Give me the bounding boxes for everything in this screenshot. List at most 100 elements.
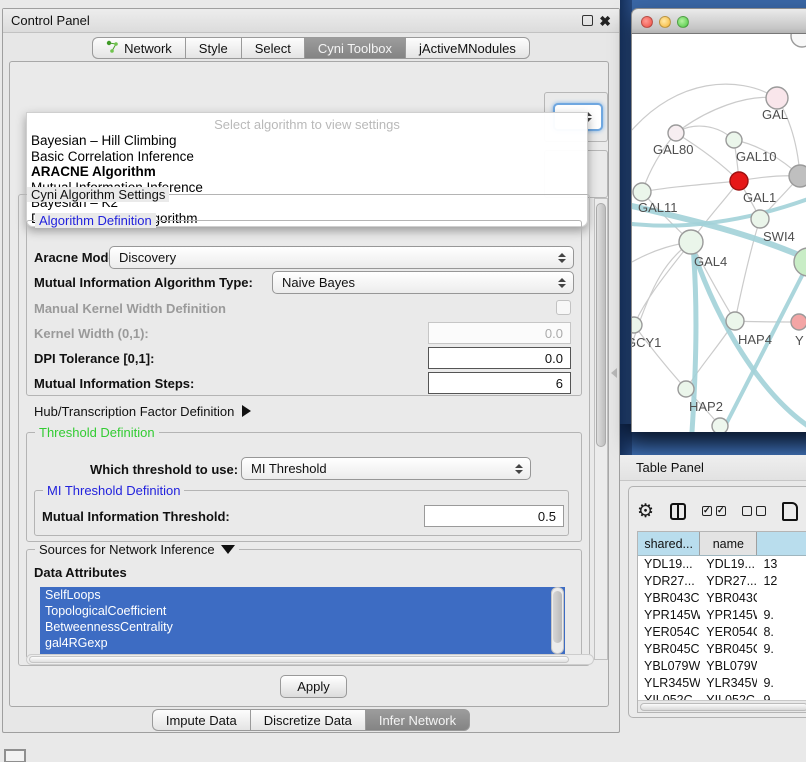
unchecked-boxes-icon[interactable]	[742, 506, 766, 516]
table-panel-title: Table Panel	[636, 460, 704, 475]
mi-type-label: Mutual Information Algorithm Type:	[34, 275, 253, 290]
network-node[interactable]	[791, 34, 806, 47]
network-window-titlebar[interactable]	[631, 8, 806, 34]
close-window-icon[interactable]	[641, 16, 653, 28]
control-panel-title: Control Panel	[11, 13, 90, 28]
network-node-hap2[interactable]	[678, 381, 694, 397]
combo-arrows-icon	[511, 464, 527, 474]
dpi-tolerance-field[interactable]: 0.0	[428, 347, 571, 369]
mi-threshold-title: MI Threshold Definition	[43, 483, 184, 498]
mi-steps-field[interactable]: 6	[428, 372, 571, 394]
table-row[interactable]: YPR145WYPR145W9.	[638, 607, 806, 624]
gear-icon[interactable]: ⚙	[637, 502, 654, 521]
network-node-gal1[interactable]	[730, 172, 748, 190]
attribute-item[interactable]: BetweennessCentrality	[40, 619, 565, 635]
settings-horizontal-scrollbar[interactable]	[26, 654, 594, 665]
table-row[interactable]: YBR045CYBR045C9.	[638, 641, 806, 658]
network-node-gal80[interactable]	[668, 125, 684, 141]
table-panel-titlebar: Table Panel	[620, 455, 806, 481]
bottom-tab-infer-network[interactable]: Infer Network	[365, 709, 470, 731]
checked-boxes-icon[interactable]	[702, 506, 726, 516]
tab-jactivemnodules[interactable]: jActiveMNodules	[405, 37, 530, 59]
document-icon[interactable]	[782, 502, 798, 521]
hub-definition-toggle[interactable]: Hub/Transcription Factor Definition	[34, 404, 251, 419]
manual-kernel-checkbox[interactable]	[556, 300, 571, 315]
table-row[interactable]: YBL079WYBL079W	[638, 658, 806, 675]
sources-title[interactable]: Sources for Network Inference	[35, 542, 239, 557]
table-horizontal-scrollbar[interactable]	[638, 700, 806, 712]
split-columns-icon[interactable]	[670, 503, 686, 520]
network-node-label: GAL11	[638, 200, 678, 215]
network-node-gal10[interactable]	[726, 132, 742, 148]
data-attributes-label: Data Attributes	[34, 565, 127, 580]
network-node-gcy1[interactable]	[632, 317, 642, 333]
which-threshold-select[interactable]: MI Threshold	[241, 457, 531, 480]
splitter-collapse-icon[interactable]	[611, 368, 617, 378]
attribute-item[interactable]: TopologicalCoefficient	[40, 603, 565, 619]
table-body: YDL19...YDL19...13YDR27...YDR27...12YBR0…	[638, 556, 806, 709]
algorithm-option[interactable]: Bayesian – Hill Climbing	[27, 133, 587, 149]
network-node-swi4[interactable]	[751, 210, 769, 228]
tab-network[interactable]: Network	[92, 37, 185, 59]
network-canvas[interactable]: GALGAL80GAL10GAL1GAL11SWI4GAL4GCY1HAP4YH…	[631, 34, 806, 432]
network-node-gal[interactable]	[766, 87, 788, 109]
network-node-label: GAL80	[653, 142, 693, 157]
mi-threshold-field[interactable]: 0.5	[424, 505, 564, 527]
network-node-label: GCY1	[632, 335, 661, 350]
table-row[interactable]: YBR043CYBR043C	[638, 590, 806, 607]
expand-arrow-icon	[242, 405, 251, 417]
column-header-extra[interactable]	[757, 532, 806, 555]
network-node-y[interactable]	[791, 314, 806, 330]
algorithm-definition-title: Algorithm Definition	[35, 213, 156, 228]
control-panel: Control Panel ✖ NetworkStyleSelectCyni T…	[2, 8, 620, 733]
manual-kernel-label: Manual Kernel Width Definition	[34, 301, 226, 316]
mi-steps-label: Mutual Information Steps:	[34, 376, 194, 391]
network-node-gal11[interactable]	[633, 183, 651, 201]
mi-algorithm-type-select[interactable]: Naive Bayes	[272, 271, 574, 294]
table-panel: ⚙ shared... name YDL19...YDL19...13YDR27…	[628, 486, 806, 718]
attributes-vertical-scrollbar[interactable]	[551, 587, 564, 654]
float-panel-icon[interactable]	[582, 15, 593, 26]
network-node-hap4[interactable]	[726, 312, 744, 330]
network-icon	[106, 40, 119, 56]
kernel-width-field[interactable]: 0.0	[428, 322, 571, 344]
attribute-item[interactable]: SelfLoops	[40, 587, 565, 603]
bottom-tab-impute-data[interactable]: Impute Data	[152, 709, 250, 731]
kernel-width-label: Kernel Width (0,1):	[34, 326, 149, 341]
tab-select[interactable]: Select	[241, 37, 304, 59]
close-panel-icon[interactable]: ✖	[599, 15, 611, 27]
minimized-panel-icon[interactable]	[4, 749, 26, 762]
settings-vertical-scrollbar[interactable]	[594, 198, 608, 660]
apply-button[interactable]: Apply	[280, 675, 347, 698]
column-header-name[interactable]: name	[700, 532, 757, 555]
attribute-item[interactable]: gal4RGexp	[40, 635, 565, 651]
zoom-window-icon[interactable]	[677, 16, 689, 28]
node-table: shared... name YDL19...YDL19...13YDR27..…	[637, 531, 806, 713]
control-panel-tabs: NetworkStyleSelectCyni ToolboxjActiveMNo…	[3, 37, 619, 59]
network-node-label: GAL	[762, 107, 788, 122]
minimize-window-icon[interactable]	[659, 16, 671, 28]
aracne-mode-select[interactable]: Discovery	[109, 246, 574, 269]
network-node[interactable]	[789, 165, 806, 187]
table-row[interactable]: YER054CYER054C8.	[638, 624, 806, 641]
network-node-label: HAP4	[738, 332, 772, 347]
table-row[interactable]: YLR345WYLR345W9.	[638, 675, 806, 692]
network-node[interactable]	[712, 418, 728, 432]
control-panel-content: galFiltered.sif default node Select algo…	[9, 61, 609, 707]
which-threshold-label: Which threshold to use:	[90, 462, 238, 477]
tab-cyni-toolbox[interactable]: Cyni Toolbox	[304, 37, 405, 59]
collapse-arrow-icon	[221, 545, 235, 554]
algorithm-option[interactable]: Basic Correlation Inference	[27, 149, 587, 165]
table-header: shared... name	[638, 532, 806, 556]
algorithm-option[interactable]: ARACNE Algorithm	[27, 164, 587, 180]
tab-style[interactable]: Style	[185, 37, 241, 59]
network-node-gal4[interactable]	[679, 230, 703, 254]
bottom-tab-discretize-data[interactable]: Discretize Data	[250, 709, 365, 731]
column-header-shared[interactable]: shared...	[638, 532, 700, 555]
control-panel-titlebar: Control Panel ✖	[3, 9, 619, 33]
network-graph: GALGAL80GAL10GAL1GAL11SWI4GAL4GCY1HAP4YH…	[632, 34, 806, 432]
aracne-mode-label: Aracne Mode:	[34, 250, 120, 265]
network-node-label: GAL10	[736, 149, 776, 164]
table-row[interactable]: YDL19...YDL19...13	[638, 556, 806, 573]
table-row[interactable]: YDR27...YDR27...12	[638, 573, 806, 590]
